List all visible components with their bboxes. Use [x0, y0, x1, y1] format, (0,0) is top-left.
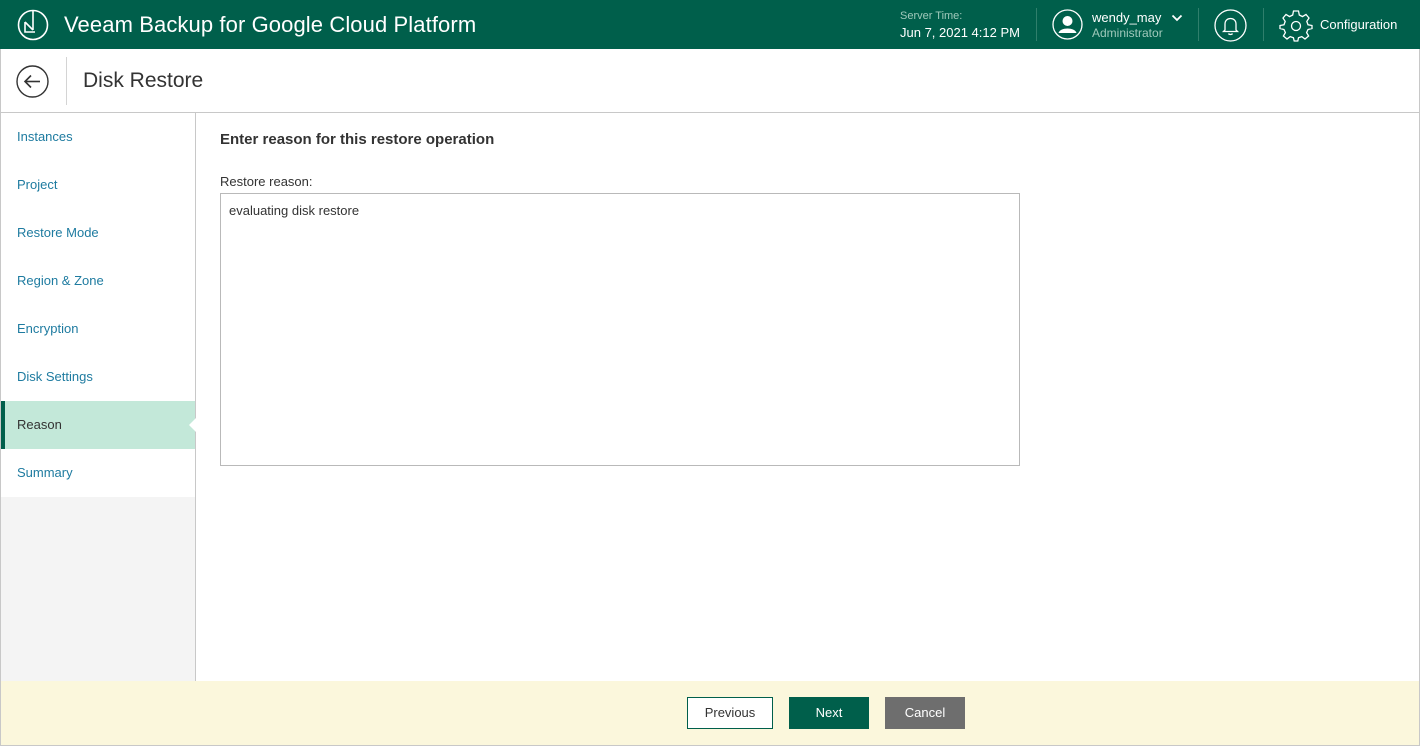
restore-reason-label: Restore reason: [220, 174, 313, 189]
page-title: Disk Restore [83, 69, 204, 92]
veeam-logo-icon [17, 9, 49, 41]
wizard-steps-sidebar: Instances Project Restore Mode Region & … [0, 113, 196, 681]
section-title: Enter reason for this restore operation [220, 131, 495, 148]
wizard-step-list: Instances Project Restore Mode Region & … [1, 113, 196, 497]
step-region-zone[interactable]: Region & Zone [1, 257, 195, 305]
back-arrow-icon[interactable] [16, 65, 49, 98]
restore-reason-textarea[interactable]: evaluating disk restore [220, 193, 1020, 466]
step-project[interactable]: Project [1, 161, 195, 209]
server-time-value: Jun 7, 2021 4:12 PM [900, 25, 1020, 40]
previous-button[interactable]: Previous [687, 697, 773, 729]
divider [1036, 8, 1037, 41]
configuration-link[interactable]: Configuration [1320, 17, 1397, 32]
next-button[interactable]: Next [789, 697, 869, 729]
app-title: Veeam Backup for Google Cloud Platform [64, 12, 477, 37]
step-reason-label: Reason [17, 417, 62, 432]
step-encryption[interactable]: Encryption [1, 305, 195, 353]
divider [66, 57, 67, 105]
step-disk-settings[interactable]: Disk Settings [1, 353, 195, 401]
user-avatar-icon[interactable] [1052, 9, 1083, 40]
gear-icon[interactable] [1279, 8, 1313, 42]
chevron-down-icon[interactable] [1171, 13, 1183, 23]
divider [1263, 8, 1264, 41]
user-name[interactable]: wendy_may [1092, 10, 1161, 26]
active-step-pointer [189, 418, 196, 432]
page-header: Disk Restore [0, 49, 1420, 113]
user-role: Administrator [1092, 26, 1163, 40]
step-instances[interactable]: Instances [1, 113, 195, 161]
top-bar: Veeam Backup for Google Cloud Platform S… [0, 0, 1420, 49]
step-restore-mode[interactable]: Restore Mode [1, 209, 195, 257]
step-reason[interactable]: Reason [1, 401, 196, 449]
wizard-footer: Previous Next Cancel [0, 681, 1420, 746]
step-summary[interactable]: Summary [1, 449, 195, 497]
bell-icon[interactable] [1214, 9, 1247, 42]
divider [1198, 8, 1199, 41]
server-time: Server Time: Jun 7, 2021 4:12 PM [900, 9, 1026, 42]
main-content: Enter reason for this restore operation … [196, 113, 1420, 681]
server-time-label: Server Time: [900, 10, 963, 22]
cancel-button[interactable]: Cancel [885, 697, 965, 729]
